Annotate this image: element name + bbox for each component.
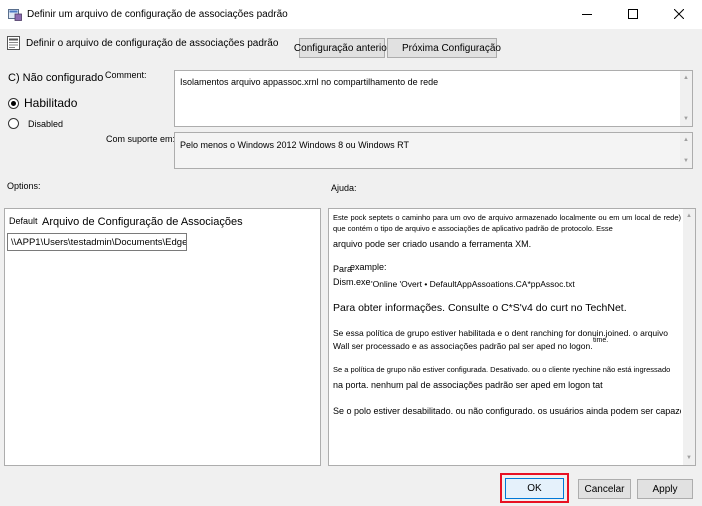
help-paragraph-5: Para obter informações. Consulte o C*S'v… [333, 302, 627, 314]
help-scrollbar[interactable]: ▲ ▼ [683, 209, 695, 465]
scroll-down-icon: ▼ [686, 455, 692, 461]
comment-value: Isolamentos arquivo appassoc.xrnl no com… [180, 77, 439, 87]
not-configured-option[interactable]: C) Não configurado [8, 72, 103, 84]
minimize-icon [582, 14, 592, 15]
apply-button[interactable]: Apply [637, 479, 693, 499]
not-configured-label: C) Não configurado [8, 72, 104, 84]
options-field-label: Arquivo de Configuração de Associações [42, 216, 243, 228]
policy-name: Definir o arquivo de configuração de ass… [26, 38, 279, 49]
comment-textarea[interactable]: Isolamentos arquivo appassoc.xrnl no com… [174, 70, 693, 127]
options-panel: Default Arquivo de Configuração de Assoc… [4, 208, 321, 466]
scroll-up-icon: ▲ [686, 213, 692, 219]
title-bar: Definir um arquivo de configuração de as… [0, 0, 702, 30]
help-command-exe: Dism.exe [333, 277, 371, 287]
disabled-label: Disabled [28, 118, 64, 129]
supported-on-label: Com suporte em: [106, 134, 176, 144]
ok-button[interactable]: OK [505, 478, 564, 499]
supported-on-field: Pelo menos o Windows 2012 Windows 8 ou W… [174, 132, 693, 169]
help-paragraph-6-note: time. [593, 337, 609, 344]
maximize-button[interactable] [610, 0, 656, 28]
disabled-option[interactable]: Disabled [8, 118, 63, 129]
cancel-button[interactable]: Cancelar [578, 479, 631, 499]
scroll-up-icon: ▲ [683, 137, 689, 143]
policy-window-icon [8, 9, 22, 21]
help-paragraph-8: na porta. nenhum pal de associações padr… [333, 380, 603, 390]
help-paragraph-1: Este pock septets o caminho para um ovo … [333, 213, 681, 233]
help-paragraph-2: arquivo pode ser criado usando a ferrame… [333, 239, 532, 249]
help-command-args: 'Online 'Overt • DefaultAppAssoations.CA… [371, 279, 575, 289]
help-paragraph-9: Se o polo estiver desabilitado. ou não c… [333, 406, 681, 416]
maximize-icon [628, 9, 638, 19]
enabled-radio[interactable] [8, 97, 19, 109]
scroll-down-icon: ▼ [683, 158, 689, 164]
disabled-radio[interactable] [8, 118, 19, 129]
comment-scrollbar[interactable]: ▲ ▼ [680, 71, 692, 126]
policy-setting-icon [7, 36, 20, 50]
help-example-label: example: [350, 262, 387, 272]
help-panel: Este pock septets o caminho para um ovo … [328, 208, 696, 466]
enabled-label: Habilitado [24, 96, 78, 110]
supported-on-value: Pelo menos o Windows 2012 Windows 8 ou W… [180, 140, 409, 150]
next-setting-button[interactable]: Próxima Configuração [387, 38, 501, 58]
close-icon [674, 9, 684, 19]
scroll-down-icon: ▼ [683, 116, 689, 122]
options-label: Options: [7, 181, 41, 191]
close-button[interactable] [656, 0, 702, 28]
associations-file-input[interactable]: \\APP1\Users\testadmin\Documents\Edge [7, 233, 187, 251]
help-paragraph-6: Se essa política de grupo estiver habili… [333, 328, 669, 351]
comment-label: Comment: [105, 70, 147, 80]
options-default-label: Default [9, 216, 38, 226]
enabled-option[interactable]: Habilitado [8, 96, 77, 110]
scroll-up-icon: ▲ [683, 75, 689, 81]
window-title: Definir um arquivo de configuração de as… [27, 9, 288, 20]
supported-scrollbar[interactable]: ▲ ▼ [680, 133, 692, 168]
minimize-button[interactable] [564, 0, 610, 28]
help-label: Ajuda: [331, 183, 357, 193]
help-paragraph-7: Se a política de grupo não estiver confi… [333, 365, 671, 374]
previous-setting-button[interactable]: Configuração anterior [294, 38, 390, 58]
